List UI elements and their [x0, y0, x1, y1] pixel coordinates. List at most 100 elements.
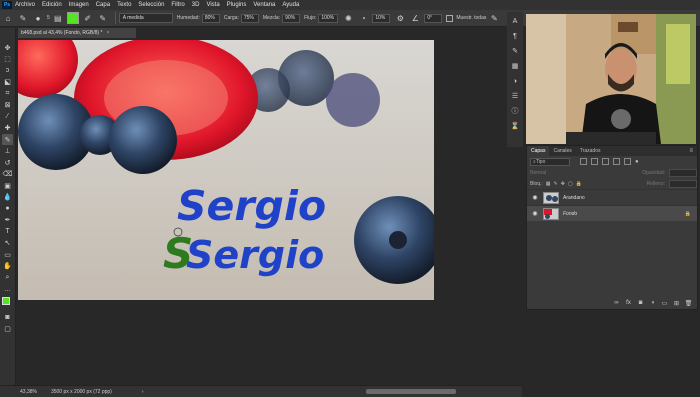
- filter-pixel-icon[interactable]: [580, 158, 587, 165]
- clean-brush-icon[interactable]: ✎: [97, 12, 109, 24]
- dodge-tool-icon[interactable]: ●: [2, 203, 13, 214]
- airbrush-icon[interactable]: ✺: [342, 12, 354, 24]
- document-canvas[interactable]: Sergio Sergio S: [18, 40, 434, 300]
- layer-row-fondo[interactable]: ◉ Fondo 🔒: [527, 205, 697, 221]
- frame-tool-icon[interactable]: ⊠: [2, 100, 13, 111]
- zoom-tool-icon[interactable]: ⌕: [2, 272, 13, 283]
- lock-position-icon[interactable]: ✥: [561, 181, 565, 187]
- stamp-tool-icon[interactable]: ⊥: [2, 146, 13, 157]
- zoom-level[interactable]: 43,38%: [20, 389, 37, 395]
- layer-kind-select[interactable]: ⌕ Tipo: [530, 157, 570, 166]
- menu-plugins[interactable]: Plugins: [227, 2, 247, 8]
- pressure-icon[interactable]: ✎: [488, 12, 500, 24]
- properties-panel-icon[interactable]: ☰: [510, 91, 520, 101]
- menu-seleccion[interactable]: Selección: [138, 2, 164, 8]
- canvas-area[interactable]: Sergio Sergio S: [17, 38, 522, 385]
- load-brush-icon[interactable]: ✐: [82, 12, 94, 24]
- flow-field[interactable]: 100%: [318, 13, 339, 23]
- object-selection-tool-icon[interactable]: ⬕: [2, 77, 13, 88]
- character-panel-icon[interactable]: A: [510, 16, 520, 26]
- new-adjustment-icon[interactable]: ◑: [648, 299, 657, 308]
- fill-field[interactable]: [669, 179, 697, 188]
- close-icon[interactable]: ×: [106, 30, 109, 36]
- history-brush-tool-icon[interactable]: ↺: [2, 157, 13, 168]
- tab-channels[interactable]: Canales: [549, 146, 575, 156]
- link-layers-icon[interactable]: ∞: [612, 299, 621, 308]
- blur-tool-icon[interactable]: 💧: [2, 192, 13, 203]
- lock-image-icon[interactable]: ✎: [554, 181, 558, 187]
- angle-icon[interactable]: ∠: [409, 12, 421, 24]
- mix-field[interactable]: 90%: [282, 13, 301, 23]
- menu-edicion[interactable]: Edición: [42, 2, 62, 8]
- brush-preset-icon[interactable]: ●: [32, 12, 44, 24]
- mixer-brush-tool-icon[interactable]: ✎: [17, 12, 29, 24]
- swatches-panel-icon[interactable]: ▦: [510, 61, 520, 71]
- adjustments-panel-icon[interactable]: ◑: [510, 76, 520, 86]
- screen-mode-icon[interactable]: ▢: [2, 324, 13, 335]
- more-tools-icon[interactable]: …: [2, 284, 13, 295]
- quick-mask-icon[interactable]: ◙: [2, 312, 13, 323]
- rectangle-tool-icon[interactable]: ▭: [2, 249, 13, 260]
- filter-adjustment-icon[interactable]: [591, 158, 598, 165]
- eyedropper-tool-icon[interactable]: ⁄: [2, 111, 13, 122]
- color-swatches[interactable]: [1, 297, 14, 309]
- angle-field[interactable]: 0°: [424, 13, 443, 23]
- menu-ventana[interactable]: Ventana: [253, 2, 275, 8]
- panel-menu-icon[interactable]: ≡: [689, 148, 693, 154]
- filter-smart-object-icon[interactable]: [624, 158, 631, 165]
- eraser-tool-icon[interactable]: ⌫: [2, 169, 13, 180]
- lock-transparent-icon[interactable]: ▦: [546, 181, 551, 187]
- menu-texto[interactable]: Texto: [117, 2, 131, 8]
- opacity-field[interactable]: [669, 168, 697, 177]
- move-tool-icon[interactable]: ✥: [2, 42, 13, 53]
- layer-style-icon[interactable]: fx: [624, 299, 633, 308]
- filter-shape-icon[interactable]: [613, 158, 620, 165]
- brush-tool-icon[interactable]: ✎: [2, 134, 13, 145]
- horizontal-scrollbar[interactable]: [366, 389, 456, 394]
- menu-3d[interactable]: 3D: [192, 2, 200, 8]
- sample-all-checkbox[interactable]: [446, 14, 454, 22]
- menu-vista[interactable]: Vista: [206, 2, 219, 8]
- menu-imagen[interactable]: Imagen: [69, 2, 89, 8]
- marquee-tool-icon[interactable]: ⬚: [2, 54, 13, 65]
- photoshop-logo-icon[interactable]: Ps: [2, 1, 12, 9]
- document-tab[interactable]: b468.psd al 43,4% (Fondo, RGB/8) * ×: [18, 28, 136, 38]
- menu-capa[interactable]: Capa: [96, 2, 110, 8]
- visibility-eye-icon[interactable]: ◉: [530, 194, 540, 201]
- add-mask-icon[interactable]: ◙: [636, 299, 645, 308]
- delete-layer-icon[interactable]: 🗑: [684, 299, 693, 308]
- visibility-eye-icon[interactable]: ◉: [530, 210, 540, 217]
- history-panel-icon[interactable]: ⌛: [510, 121, 520, 131]
- brush-settings-icon[interactable]: ✎: [510, 46, 520, 56]
- paragraph-panel-icon[interactable]: ¶: [510, 31, 520, 41]
- smoothing-icon[interactable]: ◔: [357, 12, 369, 24]
- menu-archivo[interactable]: Archivo: [15, 2, 35, 8]
- foreground-color[interactable]: [1, 297, 10, 305]
- menu-ayuda[interactable]: Ayuda: [282, 2, 299, 8]
- filter-type-icon[interactable]: [602, 158, 609, 165]
- blend-combo-select[interactable]: A medida: [118, 13, 173, 23]
- brush-panel-icon[interactable]: ▤: [52, 12, 64, 24]
- home-icon[interactable]: ⌂: [2, 12, 14, 24]
- layer-row-arandano[interactable]: ◉ Arandano: [527, 189, 697, 205]
- wet-field[interactable]: 80%: [201, 13, 220, 23]
- pen-tool-icon[interactable]: ✒: [2, 215, 13, 226]
- gear-icon[interactable]: ⚙: [394, 12, 406, 24]
- load-field[interactable]: 75%: [240, 13, 259, 23]
- lock-artboard-icon[interactable]: ▢: [568, 181, 573, 187]
- brush-color-swatch[interactable]: [66, 12, 79, 24]
- smoothing-field[interactable]: 10%: [372, 13, 391, 23]
- gradient-tool-icon[interactable]: ▣: [2, 180, 13, 191]
- status-arrow-icon[interactable]: ›: [142, 389, 144, 395]
- brush-size[interactable]: 5: [47, 15, 50, 21]
- blend-mode-select[interactable]: Normal: [530, 170, 586, 176]
- path-selection-tool-icon[interactable]: ↖: [2, 238, 13, 249]
- filter-toggle-icon[interactable]: ●: [635, 159, 639, 165]
- menu-filtro[interactable]: Filtro: [171, 2, 184, 8]
- healing-tool-icon[interactable]: ✚: [2, 123, 13, 134]
- hand-tool-icon[interactable]: ✋: [2, 261, 13, 272]
- lasso-tool-icon[interactable]: ↄ: [2, 65, 13, 76]
- lock-all-icon[interactable]: 🔒: [576, 181, 582, 187]
- info-panel-icon[interactable]: ⓘ: [510, 106, 520, 116]
- type-tool-icon[interactable]: T: [2, 226, 13, 237]
